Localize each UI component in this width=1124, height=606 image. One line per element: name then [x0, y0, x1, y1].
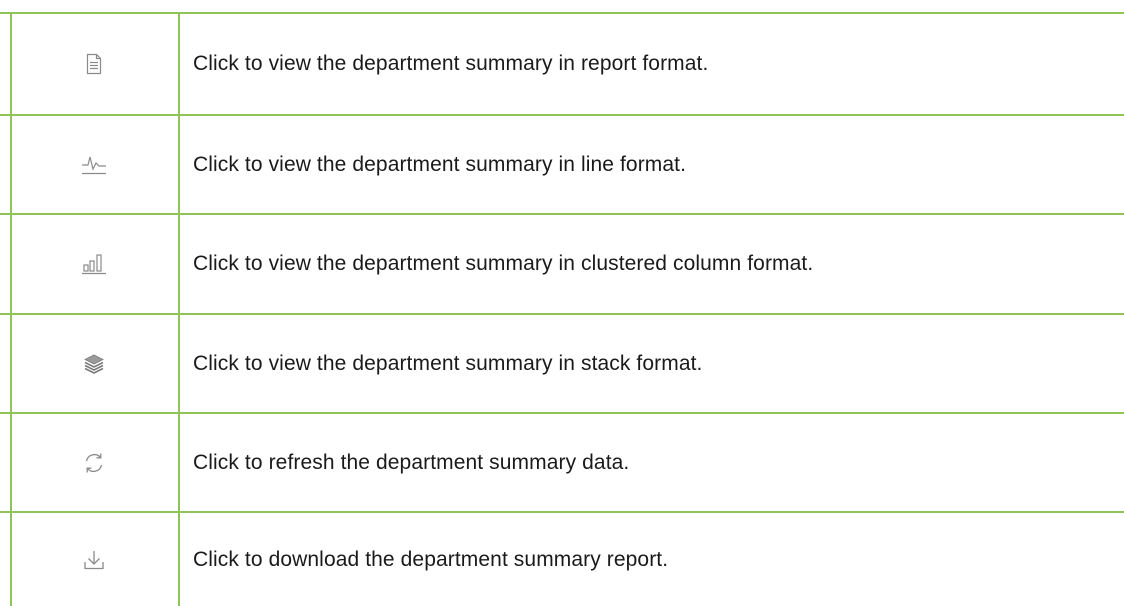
row-description: Click to view the department summary in …	[193, 52, 709, 75]
row-description: Click to view the department summary in …	[193, 351, 703, 375]
table-row: Click to view the department summary in …	[0, 116, 1124, 213]
icon-description-table: Click to view the department summary in …	[0, 0, 1124, 606]
report-icon[interactable]	[10, 14, 178, 114]
stack-icon[interactable]	[10, 315, 178, 412]
row-description: Click to download the department summary…	[193, 547, 669, 571]
download-icon[interactable]	[10, 513, 178, 606]
line-chart-icon[interactable]	[10, 116, 178, 213]
table-row: Click to view the department summary in …	[0, 215, 1124, 313]
table-row: Click to download the department summary…	[0, 513, 1124, 606]
row-description: Click to view the department summary in …	[193, 252, 814, 275]
table-row: Click to view the department summary in …	[0, 14, 1124, 114]
table-row: Click to view the department summary in …	[0, 315, 1124, 412]
table-row: Click to refresh the department summary …	[0, 414, 1124, 511]
row-description: Click to view the department summary in …	[193, 152, 687, 176]
refresh-icon[interactable]	[10, 414, 178, 511]
clustered-column-icon[interactable]	[10, 215, 178, 313]
row-description: Click to refresh the department summary …	[193, 450, 630, 474]
